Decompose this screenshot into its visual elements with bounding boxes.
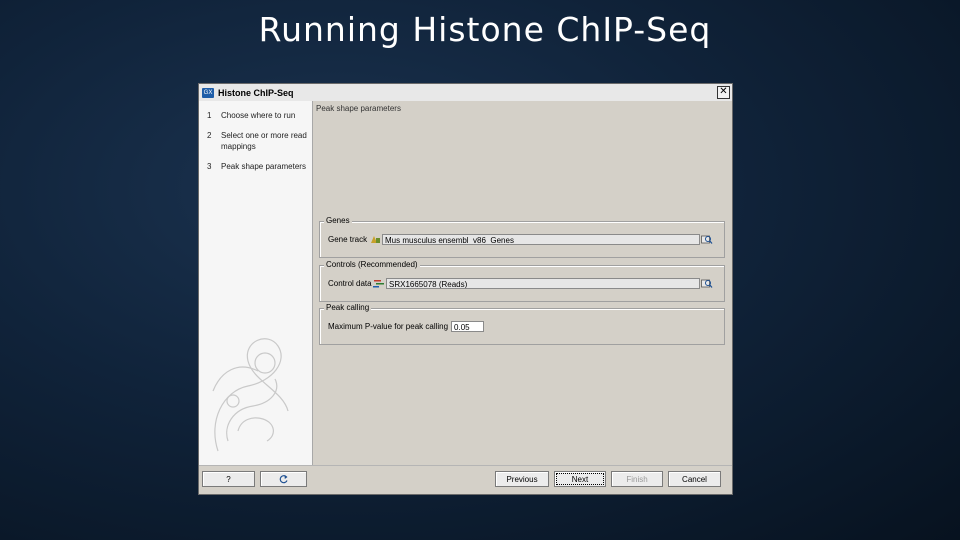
max-pvalue-input[interactable]: 0.05: [451, 321, 485, 332]
gene-track-type-icon: [371, 236, 380, 243]
previous-button[interactable]: Previous: [495, 471, 549, 487]
wizard-step-1[interactable]: 1 Choose where to run: [199, 110, 312, 121]
genes-legend: Genes: [324, 216, 352, 225]
dialog-button-bar: ? Previous Next Finish Cancel: [199, 465, 732, 494]
step-number: 3: [207, 162, 212, 171]
peak-calling-legend: Peak calling: [324, 303, 372, 312]
histone-chipseq-dialog: GX Histone ChIP-Seq ✕ 1 Choose where to …: [198, 83, 733, 495]
step-number: 1: [207, 111, 212, 120]
workbench-watermark-icon: [212, 338, 289, 452]
dialog-title: Histone ChIP-Seq: [218, 87, 294, 98]
wizard-step-3[interactable]: 3 Peak shape parameters: [199, 161, 312, 172]
gene-track-row: Gene track Mus musculus ensembl_v86_Gene…: [328, 234, 700, 245]
control-data-browse-button[interactable]: [700, 277, 714, 289]
controls-group: Controls (Recommended) Control data SRX1…: [319, 260, 725, 302]
control-data-label: Control data: [328, 279, 372, 288]
reset-button[interactable]: [260, 471, 307, 487]
wizard-content: Peak shape parameters Genes Gene track M…: [313, 101, 732, 467]
max-pvalue-label: Maximum P-value for peak calling: [328, 322, 449, 331]
step-label: Choose where to run: [221, 111, 296, 120]
slide-title: Running Histone ChIP-Seq: [258, 10, 712, 49]
next-button[interactable]: Next: [554, 471, 606, 487]
reset-icon: [279, 474, 288, 483]
help-button[interactable]: ?: [202, 471, 255, 487]
gene-track-label: Gene track: [328, 235, 368, 244]
gene-track-field[interactable]: Mus musculus ensembl_v86_Genes: [382, 234, 700, 245]
close-button[interactable]: ✕: [717, 86, 730, 99]
reads-track-icon: [373, 280, 384, 288]
control-data-row: Control data SRX1665078 (Reads): [328, 278, 700, 289]
genes-group: Genes Gene track Mus musculus ensembl_v8…: [319, 216, 725, 258]
browse-icon: [701, 279, 713, 288]
app-icon: GX: [202, 87, 214, 98]
wizard-step-2[interactable]: 2 Select one or more read mappings: [199, 130, 312, 152]
step-label: Select one or more read mappings: [221, 131, 307, 151]
cancel-button[interactable]: Cancel: [668, 471, 721, 487]
controls-legend: Controls (Recommended): [324, 260, 420, 269]
control-data-field[interactable]: SRX1665078 (Reads): [386, 278, 700, 289]
dialog-titlebar: GX Histone ChIP-Seq ✕: [199, 84, 732, 102]
gene-track-browse-button[interactable]: [700, 233, 714, 245]
wizard-steps-panel: 1 Choose where to run 2 Select one or mo…: [199, 101, 313, 467]
step-number: 2: [207, 131, 212, 140]
max-pvalue-row: Maximum P-value for peak calling 0.05: [328, 321, 485, 332]
peak-calling-group: Peak calling Maximum P-value for peak ca…: [319, 303, 725, 345]
step-label: Peak shape parameters: [221, 162, 306, 171]
section-title: Peak shape parameters: [316, 104, 401, 113]
finish-button[interactable]: Finish: [611, 471, 663, 487]
browse-icon: [701, 235, 713, 244]
